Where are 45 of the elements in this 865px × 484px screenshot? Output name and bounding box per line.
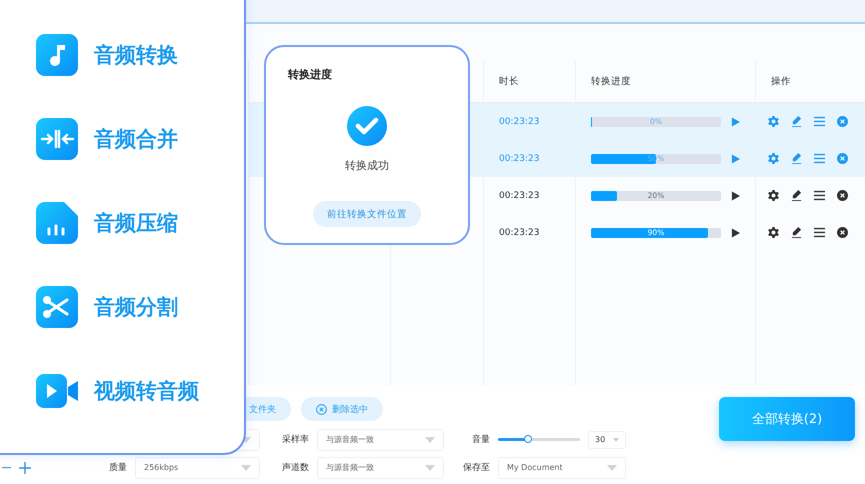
close-icon[interactable]: [837, 227, 848, 238]
menu-item-label[interactable]: 视频转音频: [94, 377, 199, 405]
pencil-icon[interactable]: [791, 227, 802, 238]
dropdown[interactable]: My Document: [498, 456, 626, 478]
merge-arrows-icon[interactable]: [36, 118, 78, 160]
duration-text: 00:23:23: [499, 190, 540, 200]
pencil-icon[interactable]: [791, 190, 802, 201]
menu-item-label[interactable]: 音频合并: [94, 125, 178, 153]
duration-text: 00:23:23: [499, 154, 540, 164]
dropdown[interactable]: 与源音频一致: [317, 428, 444, 450]
channels-label: 声道数: [282, 462, 310, 474]
settings-icon[interactable]: [768, 190, 779, 201]
duration-text: 00:23:23: [499, 116, 540, 126]
toolbar-button[interactable]: 删除选中: [301, 397, 383, 421]
dropdown[interactable]: 256kbps: [135, 456, 260, 478]
menu-item-label[interactable]: 音频压缩: [94, 209, 178, 237]
column-header: 时长: [499, 74, 519, 88]
column-header: 操作: [771, 74, 791, 88]
play-icon[interactable]: [731, 228, 740, 238]
plus-icon[interactable]: [19, 462, 31, 474]
menu-item-label[interactable]: 音频分割: [94, 293, 178, 321]
dialog-title: 转换进度: [288, 67, 332, 82]
volume-slider[interactable]: [498, 438, 580, 441]
volume-input[interactable]: 30: [588, 430, 626, 448]
column-header: 转换进度: [591, 74, 631, 88]
scissors-icon[interactable]: [36, 286, 78, 328]
menu-icon[interactable]: [814, 190, 825, 201]
save-to-label: 保存至: [463, 462, 491, 474]
duration-text: 00:23:23: [499, 228, 540, 238]
close-icon[interactable]: [837, 190, 848, 201]
quality-label: 质量: [109, 462, 128, 474]
music-note-icon[interactable]: [36, 34, 78, 76]
dropdown[interactable]: 与源音频一致: [317, 456, 444, 478]
check-circle-icon: [347, 106, 387, 146]
close-circle-icon: [316, 404, 327, 414]
menu-icon[interactable]: [814, 227, 825, 238]
audio-file-icon[interactable]: [36, 202, 78, 244]
volume-label: 音量: [472, 434, 491, 446]
menu-item-label[interactable]: 音频转换: [94, 41, 178, 69]
settings-icon[interactable]: [768, 227, 779, 238]
open-location-button[interactable]: 前往转换文件位置: [313, 201, 421, 227]
convert-all-button[interactable]: 全部转换(2): [719, 397, 855, 441]
status-text: 转换成功: [345, 158, 389, 173]
play-icon[interactable]: [731, 190, 740, 200]
sample-rate-label: 采样率: [282, 434, 310, 446]
